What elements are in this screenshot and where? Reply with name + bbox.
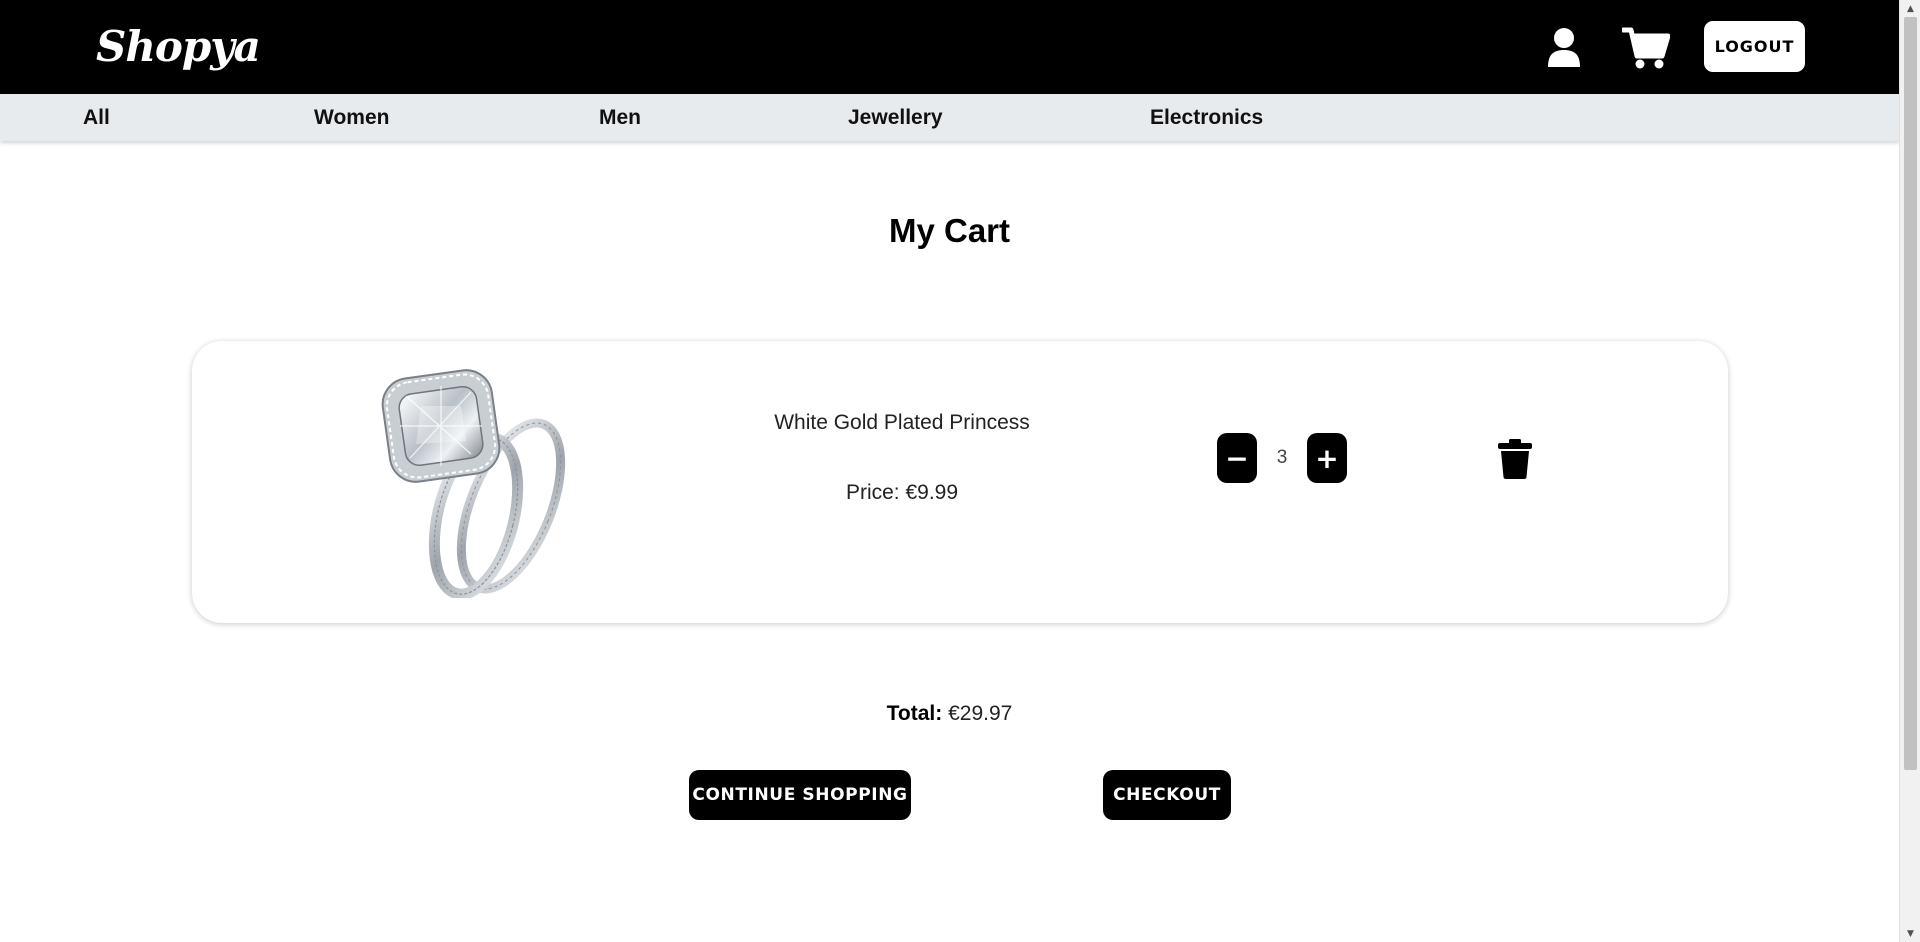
cart-total: Total: €29.97 (0, 702, 1899, 726)
shopping-cart-icon[interactable] (1618, 22, 1674, 74)
scroll-thumb[interactable] (1904, 17, 1917, 770)
user-icon[interactable] (1536, 22, 1592, 74)
product-image (376, 366, 586, 600)
category-jewellery[interactable]: Jewellery (848, 94, 943, 141)
scroll-down-icon[interactable]: ▼ (1900, 925, 1920, 942)
continue-shopping-button[interactable]: CONTINUE SHOPPING (689, 770, 911, 820)
cart-item-card: White Gold Plated Princess Price: €9.99 … (192, 341, 1728, 623)
total-label: Total: (886, 702, 943, 725)
page-title: My Cart (888, 212, 1011, 249)
category-nav: All Women Men Jewellery Electronics (0, 94, 1899, 141)
checkout-button[interactable]: CHECKOUT (1103, 770, 1231, 820)
category-women[interactable]: Women (314, 94, 389, 141)
increase-quantity-button[interactable]: + (1307, 433, 1347, 483)
category-men[interactable]: Men (599, 94, 641, 141)
shopya-logo[interactable]: Shopya (96, 22, 261, 71)
scroll-up-icon[interactable]: ▲ (1900, 0, 1920, 17)
top-header: Shopya LOGOUT (0, 0, 1899, 94)
product-name: White Gold Plated Princess (774, 411, 1030, 434)
decrease-quantity-button[interactable]: − (1217, 433, 1257, 483)
product-price: Price: €9.99 (845, 481, 959, 504)
category-electronics[interactable]: Electronics (1150, 94, 1263, 141)
trash-icon[interactable] (1494, 436, 1536, 482)
quantity-value: 3 (1276, 447, 1288, 468)
logout-button[interactable]: LOGOUT (1704, 21, 1805, 72)
vertical-scrollbar[interactable]: ▲ ▼ (1899, 0, 1920, 942)
category-all[interactable]: All (83, 94, 110, 141)
total-value: €29.97 (942, 702, 1013, 725)
page: Shopya LOGOUT All Women Men Jewellery El… (0, 0, 1920, 942)
